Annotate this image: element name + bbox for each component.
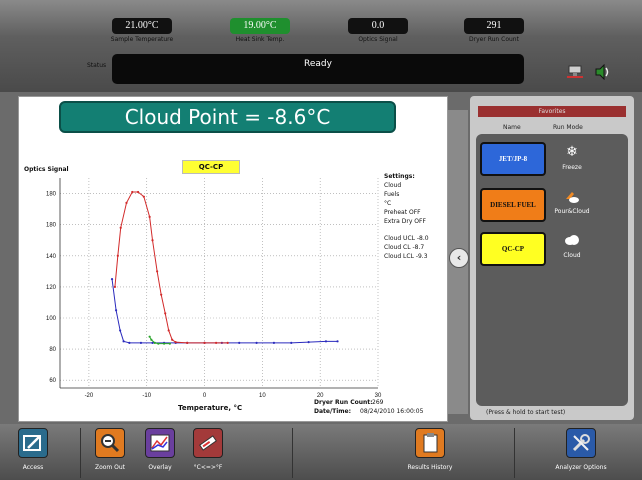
overlay-button[interactable] [145,428,175,458]
y-axis-label: Optics Signal [24,166,69,173]
favorite-qc-cp-button[interactable]: QC-CP [480,232,546,266]
dryer-run-count-label: Dryer Run Count [469,36,519,43]
results-history-button[interactable] [415,428,445,458]
access-label: Access [22,464,44,471]
sample-temperature-label: Sample Temperature [110,36,174,43]
unit-toggle-label: °C<=>°F [193,464,223,471]
settings-title: Settings: [384,173,415,180]
favorite-mode-label: Freeze [562,164,582,171]
favorite-mode-label: Cloud [563,252,581,259]
collapse-panel-button[interactable]: ‹ [449,248,469,268]
sample-temperature-value: 21.00°C [112,18,172,34]
toolbar-divider [514,428,515,478]
favorites-mode-header: Run Mode [553,124,583,131]
setting-line: Cloud [384,182,402,189]
test-name-badge: QC-CP [182,160,240,174]
favorite-mode-label: Pour&Cloud [554,208,590,215]
cloud-icon [557,234,587,250]
date-time-value: 08/24/2010 16:00:05 [360,408,424,415]
setting-line: °C [384,200,392,207]
cloud-ucl: Cloud UCL -8.0 [384,235,429,242]
access-button[interactable] [18,428,48,458]
results-history-label: Results History [407,464,453,471]
cloud-lcl: Cloud LCL -9.3 [384,253,428,260]
cloud-cl: Cloud CL -8.7 [384,244,425,251]
toolbar-divider [292,428,293,478]
dryer-run-count-value: 291 [464,18,524,34]
zoom-out-button[interactable] [95,428,125,458]
run-count-value: 269 [372,399,384,406]
setting-line: Preheat OFF [384,209,421,216]
status-label: Status [87,62,107,69]
setting-line: Extra Dry OFF [384,218,426,225]
speaker-icon[interactable] [594,63,610,84]
heat-sink-temp-label: Heat Sink Temp. [235,36,285,43]
optics-signal-value: 0.0 [348,18,408,34]
status-display: Ready [112,54,524,84]
analyzer-options-button[interactable] [566,428,596,458]
run-count-label: Dryer Run Count: [314,399,373,406]
favorites-hint: (Press & hold to start test) [486,409,566,416]
favorites-title: Favorites [478,106,626,117]
heat-sink-temp-value: 19.00°C [230,18,290,34]
snowflake-icon: ❄ [566,144,578,160]
unit-toggle-button[interactable] [193,428,223,458]
pour-cloud-icon [557,190,587,208]
analyzer-options-label: Analyzer Options [555,464,607,471]
network-icon[interactable] [566,64,584,84]
date-time-label: Date/Time: [314,408,352,415]
optics-signal-label: Optics Signal [358,36,398,43]
settings-block: Settings: Cloud Fuels °C Preheat OFF Ext… [384,172,429,261]
cloud-point-result-banner: Cloud Point = -8.6°C [59,101,396,133]
favorite-jet-jp8-button[interactable]: JET/JP-8 [480,142,546,176]
favorite-diesel-fuel-button[interactable]: DIESEL FUEL [480,188,546,222]
setting-line: Fuels [384,191,400,198]
x-axis-label: Temperature, °C [178,404,243,412]
favorites-name-header: Name [503,124,521,131]
